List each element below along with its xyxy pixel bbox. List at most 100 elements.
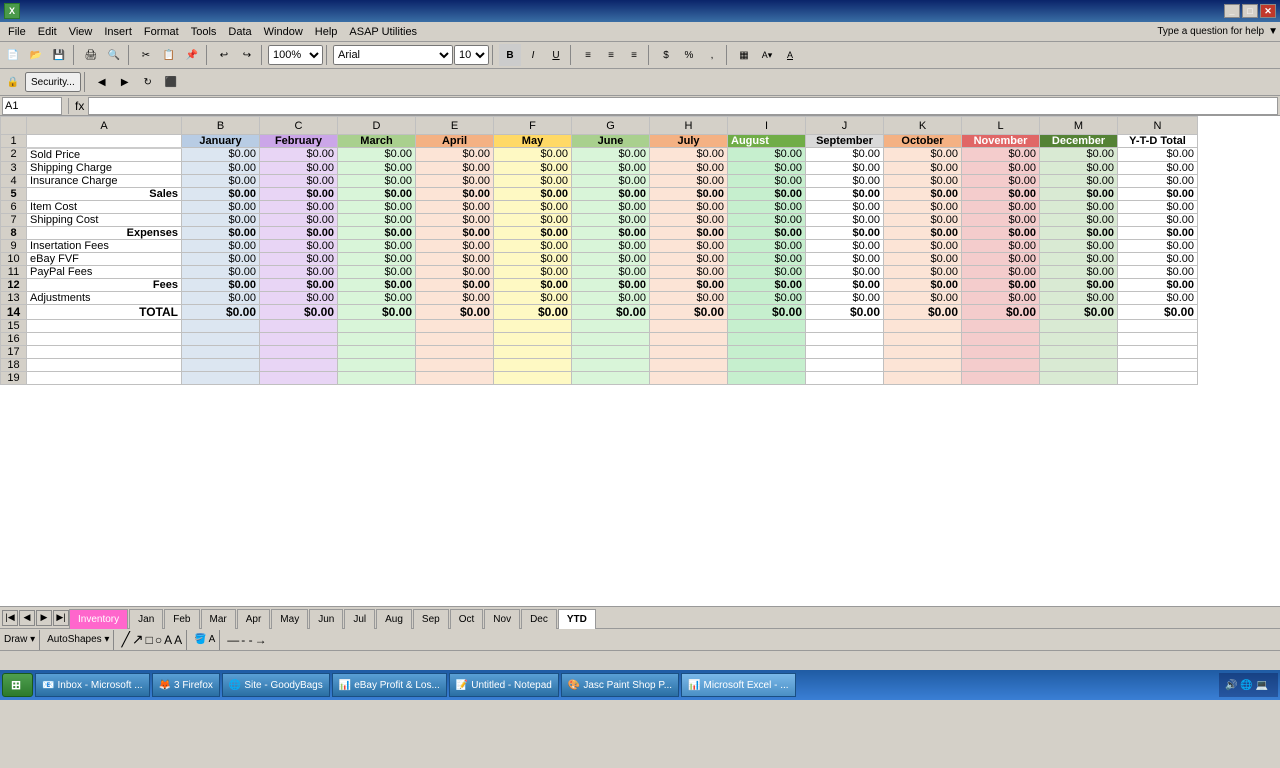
sheet-tab-oct[interactable]: Oct bbox=[450, 609, 484, 629]
col-header-g[interactable]: G bbox=[572, 117, 650, 135]
menu-window[interactable]: Window bbox=[258, 24, 309, 40]
cell-11-7[interactable]: $0.00 bbox=[728, 265, 806, 278]
cell-17-7[interactable] bbox=[728, 345, 806, 358]
cell-c1[interactable]: February bbox=[260, 135, 338, 148]
col-header-e[interactable]: E bbox=[416, 117, 494, 135]
cell-12-3[interactable]: $0.00 bbox=[416, 278, 494, 291]
cell-10-0[interactable]: $0.00 bbox=[182, 252, 260, 265]
cell-10-10[interactable]: $0.00 bbox=[962, 252, 1040, 265]
preview-btn[interactable]: 🔍 bbox=[103, 44, 125, 66]
cell-8-3[interactable]: $0.00 bbox=[416, 226, 494, 239]
cell-3-2[interactable]: $0.00 bbox=[338, 161, 416, 174]
cell-4-4[interactable]: $0.00 bbox=[494, 174, 572, 187]
cell-a10[interactable]: eBay FVF bbox=[27, 252, 182, 265]
cell-7-7[interactable]: $0.00 bbox=[728, 213, 806, 226]
cell-5-0[interactable]: $0.00 bbox=[182, 187, 260, 200]
cell-15-1[interactable] bbox=[260, 319, 338, 332]
cell-15-3[interactable] bbox=[416, 319, 494, 332]
cell-6-1[interactable]: $0.00 bbox=[260, 200, 338, 213]
cell-16-3[interactable] bbox=[416, 332, 494, 345]
rect-tool[interactable]: □ bbox=[146, 633, 153, 647]
taskbar-btn-site---goodybags[interactable]: 🌐Site - GoodyBags bbox=[222, 673, 330, 697]
cell-14-12[interactable]: $0.00 bbox=[1118, 304, 1198, 319]
cell-7-6[interactable]: $0.00 bbox=[650, 213, 728, 226]
cell-19-10[interactable] bbox=[962, 371, 1040, 384]
cell-18-1[interactable] bbox=[260, 358, 338, 371]
cell-14-7[interactable]: $0.00 bbox=[728, 304, 806, 319]
cell-4-0[interactable]: $0.00 bbox=[182, 174, 260, 187]
cell-13-8[interactable]: $0.00 bbox=[806, 291, 884, 304]
cell-9-0[interactable]: $0.00 bbox=[182, 239, 260, 252]
cell-14-4[interactable]: $0.00 bbox=[494, 304, 572, 319]
cell-14-2[interactable]: $0.00 bbox=[338, 304, 416, 319]
cell-6-5[interactable]: $0.00 bbox=[572, 200, 650, 213]
sheet-tab-aug[interactable]: Aug bbox=[376, 609, 412, 629]
cell-8-9[interactable]: $0.00 bbox=[884, 226, 962, 239]
cell-6-10[interactable]: $0.00 bbox=[962, 200, 1040, 213]
scroll-area[interactable]: A B C D E F G H I J K L M N 1 bbox=[0, 116, 1280, 606]
cell-6-4[interactable]: $0.00 bbox=[494, 200, 572, 213]
cell-19-6[interactable] bbox=[650, 371, 728, 384]
cell-3-4[interactable]: $0.00 bbox=[494, 161, 572, 174]
cell-10-12[interactable]: $0.00 bbox=[1118, 252, 1198, 265]
menu-view[interactable]: View bbox=[63, 24, 99, 40]
cell-a6[interactable]: Item Cost bbox=[27, 200, 182, 213]
oval-tool[interactable]: ○ bbox=[155, 633, 162, 647]
cell-2-6[interactable]: $0.00 bbox=[650, 148, 728, 162]
cell-7-4[interactable]: $0.00 bbox=[494, 213, 572, 226]
cell-i1[interactable]: August bbox=[728, 135, 806, 148]
open-btn[interactable]: 📂 bbox=[25, 44, 47, 66]
cell-12-6[interactable]: $0.00 bbox=[650, 278, 728, 291]
menu-help[interactable]: Help bbox=[309, 24, 344, 40]
comma-btn[interactable]: , bbox=[701, 44, 723, 66]
cell-4-9[interactable]: $0.00 bbox=[884, 174, 962, 187]
cell-6-11[interactable]: $0.00 bbox=[1040, 200, 1118, 213]
cell-16-10[interactable] bbox=[962, 332, 1040, 345]
cell-19-8[interactable] bbox=[806, 371, 884, 384]
cell-16-2[interactable] bbox=[338, 332, 416, 345]
line-tool[interactable]: ╱ bbox=[121, 631, 129, 648]
cell-9-4[interactable]: $0.00 bbox=[494, 239, 572, 252]
cell-7-1[interactable]: $0.00 bbox=[260, 213, 338, 226]
paste-btn[interactable]: 📌 bbox=[181, 44, 203, 66]
cell-16-7[interactable] bbox=[728, 332, 806, 345]
cell-18-8[interactable] bbox=[806, 358, 884, 371]
cell-3-6[interactable]: $0.00 bbox=[650, 161, 728, 174]
cell-17-11[interactable] bbox=[1040, 345, 1118, 358]
cell-15-2[interactable] bbox=[338, 319, 416, 332]
cell-15-8[interactable] bbox=[806, 319, 884, 332]
cell-11-4[interactable]: $0.00 bbox=[494, 265, 572, 278]
cell-11-12[interactable]: $0.00 bbox=[1118, 265, 1198, 278]
cell-5-7[interactable]: $0.00 bbox=[728, 187, 806, 200]
cell-9-3[interactable]: $0.00 bbox=[416, 239, 494, 252]
tab-last-btn[interactable]: ▶| bbox=[53, 610, 69, 626]
cell-m1[interactable]: December bbox=[1040, 135, 1118, 148]
cell-17-4[interactable] bbox=[494, 345, 572, 358]
cell-4-2[interactable]: $0.00 bbox=[338, 174, 416, 187]
cell-2-3[interactable]: $0.00 bbox=[416, 148, 494, 162]
line-style-tool[interactable]: — bbox=[227, 633, 239, 647]
cell-2-0[interactable]: $0.00 bbox=[182, 148, 260, 162]
cell-h1[interactable]: July bbox=[650, 135, 728, 148]
cell-11-1[interactable]: $0.00 bbox=[260, 265, 338, 278]
col-header-a[interactable]: A bbox=[27, 117, 182, 135]
cell-19-7[interactable] bbox=[728, 371, 806, 384]
web-btn2[interactable]: ▶ bbox=[114, 71, 136, 93]
taskbar-btn-inbox---microsoft-...[interactable]: 📧Inbox - Microsoft ... bbox=[35, 673, 149, 697]
cell-a16[interactable] bbox=[27, 332, 182, 345]
cell-a4[interactable]: Insurance Charge bbox=[27, 174, 182, 187]
autoshapes-label[interactable]: AutoShapes ▾ bbox=[47, 634, 109, 645]
font-color-btn[interactable]: A bbox=[779, 44, 801, 66]
copy-btn[interactable]: 📋 bbox=[158, 44, 180, 66]
cell-10-7[interactable]: $0.00 bbox=[728, 252, 806, 265]
cell-3-0[interactable]: $0.00 bbox=[182, 161, 260, 174]
window-controls[interactable]: _ □ ✕ bbox=[1224, 4, 1276, 18]
cell-15-11[interactable] bbox=[1040, 319, 1118, 332]
cell-18-7[interactable] bbox=[728, 358, 806, 371]
cut-btn[interactable]: ✂ bbox=[135, 44, 157, 66]
cell-18-2[interactable] bbox=[338, 358, 416, 371]
cell-17-12[interactable] bbox=[1118, 345, 1198, 358]
cell-16-0[interactable] bbox=[182, 332, 260, 345]
taskbar-btn-microsoft-excel---...[interactable]: 📊Microsoft Excel - ... bbox=[681, 673, 795, 697]
cell-3-3[interactable]: $0.00 bbox=[416, 161, 494, 174]
